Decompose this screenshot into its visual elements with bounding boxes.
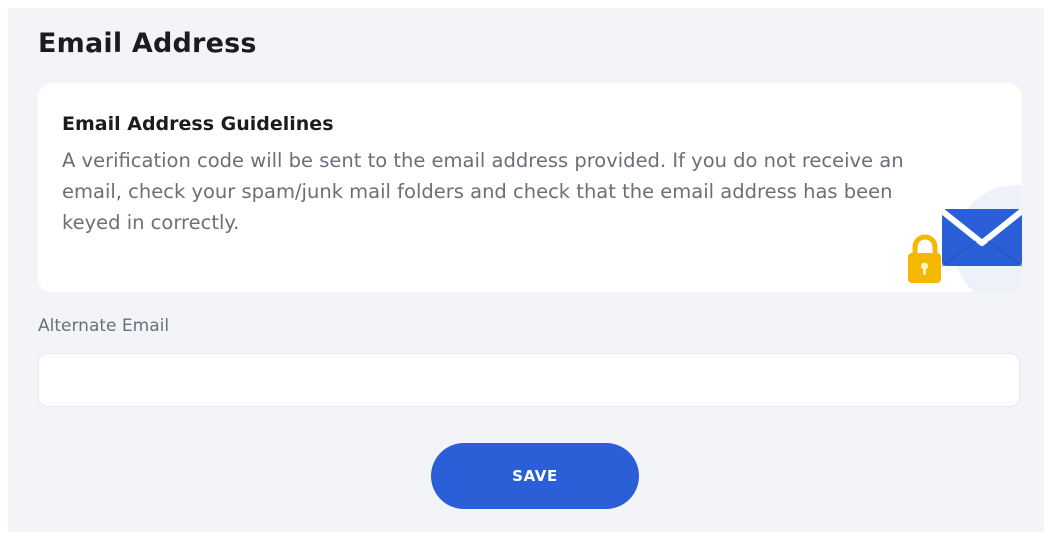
alternate-email-label: Alternate Email	[38, 316, 170, 336]
padlock-icon	[908, 234, 941, 283]
email-address-panel: Email Address Email Address Guidelines A…	[8, 8, 1044, 532]
guidelines-title: Email Address Guidelines	[62, 113, 334, 135]
envelope-lock-icon	[908, 185, 1022, 292]
envelope-icon	[940, 208, 1022, 267]
guidelines-card: Email Address Guidelines A verification …	[38, 83, 1022, 292]
alternate-email-input[interactable]	[38, 353, 1020, 407]
save-button[interactable]: SAVE	[431, 443, 639, 509]
guidelines-body: A verification code will be sent to the …	[62, 149, 904, 234]
page-title: Email Address	[38, 28, 257, 59]
